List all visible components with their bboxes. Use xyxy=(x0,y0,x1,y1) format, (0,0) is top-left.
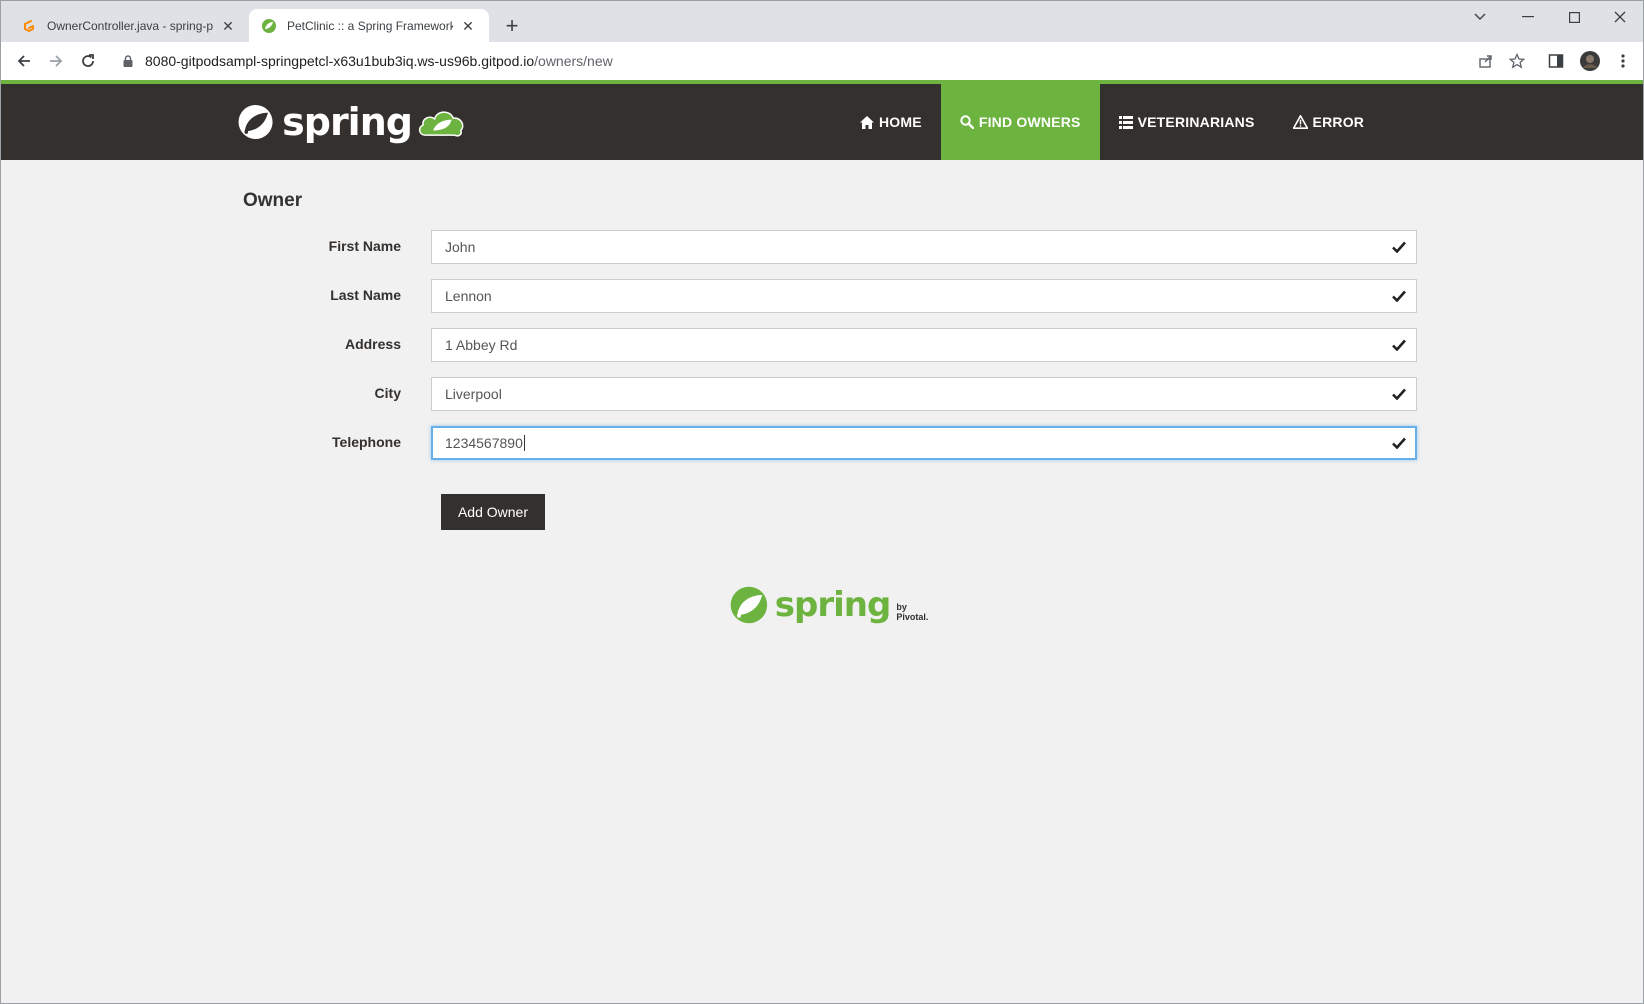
address-bar[interactable]: 8080-gitpodsampl-springpetcl-x63u1bub3iq… xyxy=(109,46,1409,76)
city-label: City xyxy=(374,385,401,401)
city-value: Liverpool xyxy=(445,386,502,402)
list-icon xyxy=(1118,115,1133,129)
text-caret xyxy=(523,435,525,451)
maximize-icon[interactable] xyxy=(1551,1,1597,33)
search-icon xyxy=(960,115,974,129)
footer-spring-logo: spring by Pivotal. xyxy=(729,580,939,630)
url-host: 8080-gitpodsampl-springpetcl-x63u1bub3iq… xyxy=(145,53,535,69)
back-icon[interactable] xyxy=(9,46,39,76)
profile-avatar[interactable] xyxy=(1575,46,1605,76)
last-name-input[interactable]: Lennon xyxy=(431,279,1417,313)
first-name-value: John xyxy=(445,239,476,255)
nav-veterinarians-label: VETERINARIANS xyxy=(1137,114,1255,130)
menu-kebab-icon[interactable] xyxy=(1608,46,1638,76)
valid-check-icon xyxy=(1391,337,1407,353)
last-name-row: Last Name Lennon xyxy=(237,279,1417,313)
page-viewport: spring HOME FIND OWNERS VETERINARIANS ER… xyxy=(0,80,1644,1004)
spring-logo[interactable]: spring xyxy=(237,96,467,148)
warning-icon xyxy=(1292,115,1308,129)
url-path: /owners/new xyxy=(534,53,613,69)
tab-title: OwnerController.java - spring-pe xyxy=(47,19,213,33)
valid-check-icon xyxy=(1391,435,1407,451)
city-input[interactable]: Liverpool xyxy=(431,377,1417,411)
first-name-row: First Name John xyxy=(237,230,1417,264)
nav-find-owners[interactable]: FIND OWNERS xyxy=(940,84,1100,160)
browser-toolbar: 8080-gitpodsampl-springpetcl-x63u1bub3iq… xyxy=(0,42,1644,80)
first-name-input[interactable]: John xyxy=(431,230,1417,264)
footer-brand-text: spring xyxy=(774,585,892,625)
first-name-label: First Name xyxy=(328,238,401,254)
tab-search-icon[interactable] xyxy=(1457,1,1503,33)
address-input[interactable]: 1 Abbey Rd xyxy=(431,328,1417,362)
close-tab-icon[interactable]: ✕ xyxy=(459,17,477,35)
city-row: City Liverpool xyxy=(237,377,1417,411)
browser-tab-strip: OwnerController.java - spring-pe ✕ PetCl… xyxy=(0,0,1644,43)
reload-icon[interactable] xyxy=(73,46,103,76)
cloud-leaf-icon xyxy=(418,111,464,137)
address-row: Address 1 Abbey Rd xyxy=(237,328,1417,362)
close-tab-icon[interactable]: ✕ xyxy=(219,17,237,35)
share-icon[interactable] xyxy=(1471,46,1501,76)
side-panel-icon[interactable] xyxy=(1541,46,1571,76)
new-tab-button[interactable]: + xyxy=(499,13,525,39)
forward-icon[interactable] xyxy=(41,46,71,76)
nav-error[interactable]: ERROR xyxy=(1274,84,1384,160)
close-window-icon[interactable] xyxy=(1597,1,1643,33)
spring-logo-icon xyxy=(238,104,273,140)
gitpod-icon xyxy=(21,18,37,34)
nav-home[interactable]: HOME xyxy=(841,84,941,160)
lock-icon[interactable] xyxy=(121,54,135,68)
telephone-label: Telephone xyxy=(332,434,401,450)
spring-footer-icon xyxy=(730,586,768,624)
home-icon xyxy=(860,115,874,129)
last-name-value: Lennon xyxy=(445,288,492,304)
address-label: Address xyxy=(344,336,401,352)
valid-check-icon xyxy=(1391,288,1407,304)
tab-title: PetClinic :: a Spring Framework d xyxy=(287,19,453,33)
footer-by-text: by Pivotal. xyxy=(896,602,929,622)
add-owner-button[interactable]: Add Owner xyxy=(441,494,545,530)
address-value: 1 Abbey Rd xyxy=(445,337,518,353)
valid-check-icon xyxy=(1391,239,1407,255)
nav-error-label: ERROR xyxy=(1312,114,1365,130)
nav-find-owners-label: FIND OWNERS xyxy=(978,114,1081,130)
valid-check-icon xyxy=(1391,386,1407,402)
telephone-row: Telephone 1234567890 xyxy=(237,426,1417,460)
last-name-label: Last Name xyxy=(330,287,401,303)
page-title: Owner xyxy=(243,190,303,211)
telephone-value: 1234567890 xyxy=(445,435,523,451)
bookmark-star-icon[interactable] xyxy=(1502,46,1532,76)
minimize-icon[interactable] xyxy=(1505,1,1551,33)
browser-tab-gitpod[interactable]: OwnerController.java - spring-pe ✕ xyxy=(9,9,249,43)
browser-tab-petclinic[interactable]: PetClinic :: a Spring Framework d ✕ xyxy=(249,9,489,43)
brand-text: spring xyxy=(282,100,413,144)
telephone-input[interactable]: 1234567890 xyxy=(431,426,1417,460)
nav-veterinarians[interactable]: VETERINARIANS xyxy=(1100,84,1274,160)
nav-menu: HOME FIND OWNERS VETERINARIANS ERROR xyxy=(841,84,1383,160)
site-navbar: spring HOME FIND OWNERS VETERINARIANS ER… xyxy=(1,84,1643,160)
spring-leaf-icon xyxy=(261,18,277,34)
nav-home-label: HOME xyxy=(879,114,922,130)
